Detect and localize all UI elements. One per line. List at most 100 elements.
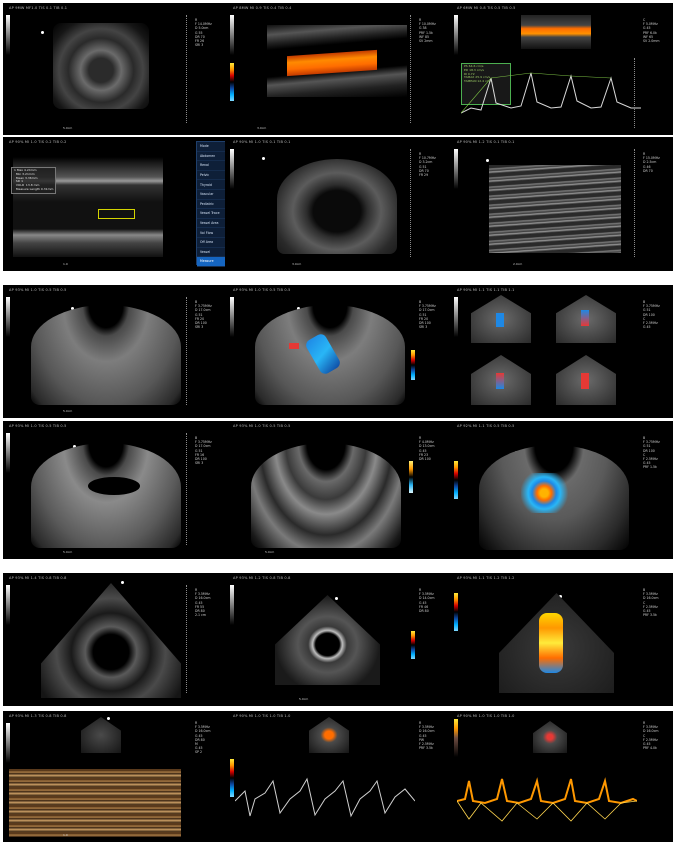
parameter-readout: B F 3.75MHz D 17.0cm G 51 FR 16 DR 100 S… [195,436,212,466]
color-scale-bar [230,759,234,797]
parameter-readout: R F 14.0MHz D 5.0cm G 55 DR 70 FR 26 SRI… [195,18,212,48]
menu-item[interactable]: Thyroid [197,180,225,190]
quad-flow-3 [496,373,504,389]
depth-marker: 5.0cm [63,550,73,554]
grayscale-bar [454,149,458,189]
hepatic-vein-flow-red [289,343,299,349]
panel-header: AP 93% MI 1.1 TIS 1.2 TIB 1.2 [457,576,515,580]
color-scale-bar [454,593,458,631]
cardiac-long-axis-image [41,583,181,698]
panel-cardiac-color[interactable]: AP 93% MI 1.1 TIS 1.2 TIB 1.2 B F 3.5MHz… [451,573,673,706]
gallbladder-image [31,443,181,548]
panel-header: AP 93% MI 1.4 TIS 0.8 TIB 0.8 [9,576,67,580]
velocity-scale [634,58,636,128]
menu-item[interactable]: Renal [197,161,225,171]
row-5: AP 93% MI 1.4 TIS 0.8 TIB 0.8 R F 3.5MHz… [3,573,673,706]
panel-liver-color[interactable]: AP 93% MI 1.0 TIS 0.5 TIB 0.5 B F 3.75MH… [227,285,449,418]
mode-menu[interactable]: Mode Abdomen Renal Pelvic Thyroid Vascular Ped… [196,141,225,267]
cardiac-short-axis-image [275,595,380,685]
row-2: AP 90% MI 1.0 TIS 0.2 TIB 0.2 1 Max 4.24… [3,137,673,271]
panel-gallbladder[interactable]: AP 93% MI 1.0 TIS 0.5 TIB 0.5 B F 3.75MH… [3,421,225,559]
depth-scale [186,585,188,693]
panel-kidney-color[interactable]: AP 92% MI 1.1 TIS 0.5 TIB 0.5 B F 3.75MH… [451,421,673,559]
panel-header: AP 6MW MI 0.8 TIS 0.5 TIB 0.5 [457,6,516,10]
parameter-readout: R F 3.5MHz D 16.0cm G 45 PW F 2.5MHz PRF… [419,721,435,751]
cardiac-cw-doppler-image [457,777,637,822]
orientation-dot [107,717,110,720]
panel-muscle[interactable]: AP 90% MI 1.2 TIS 0.1 TIB 0.1 R F 15.0MH… [451,137,673,271]
grayscale-bar [454,15,458,55]
panel-header: AP 90% MI 1.1 TIS 1.1 TIB 1.1 [457,288,515,292]
orientation-dot [121,581,124,584]
row-1: AP 9MW MF1.0 TIS 0.1 TIB 0.1 R F 14.0MHz… [3,3,673,135]
panel-cw-doppler[interactable]: AP 90% MI 1.0 TIS 1.0 TIB 1.0 R F 3.5MHz… [451,711,673,842]
depth-marker: 3.0cm [292,262,302,266]
depth-scale [410,15,412,123]
panel-cardiac-lax[interactable]: AP 93% MI 1.4 TIS 0.8 TIB 0.8 R F 3.5MHz… [3,573,225,706]
panel-header: AP 90% MI 1.0 TIS 1.0 TIB 1.0 [233,714,291,718]
color-scale-bar [454,461,458,499]
grayscale-bar [230,149,234,189]
menu-item[interactable]: Mode [197,142,225,152]
menu-item[interactable]: Vessel Area [197,219,225,229]
depth-marker: 5.0cm [63,409,73,413]
quad-flow-1 [496,313,504,327]
depth-marker: 1.0 [63,262,68,266]
panel-header: AP 93% MI 1.0 TIS 0.5 TIB 0.5 [9,288,67,292]
color-scale-bar [411,631,415,659]
panel-liver-quad[interactable]: AP 90% MI 1.1 TIS 1.1 TIB 1.1 B F 3.75MH… [451,285,673,418]
panel-abdomen[interactable]: AP 93% MI 1.0 TIS 0.5 TIB 0.5 R F 4.0MHz… [227,421,449,559]
panel-header: AP 92% MI 1.1 TIS 0.5 TIB 0.5 [457,424,515,428]
menu-item[interactable]: Vessel [197,248,225,258]
parameter-readout: R F 15.0MHz D 2.5cm G 46 DR 70 [643,152,660,173]
row-6: AP 93% MI 1.3 TIS 0.8 TIB 0.8 R F 3.5MHz… [3,711,673,842]
menu-item[interactable]: Vol Flow [197,228,225,238]
cw-reference-sector [533,721,567,753]
quad-flow-2 [581,310,589,326]
grayscale-bar [230,585,234,625]
panel-carotid-color[interactable]: AP 8MW MI 0.9 TIS 0.4 TIB 0.4 R F 10.0MH… [227,3,449,135]
depth-marker: 5.0cm [299,697,309,701]
parameter-readout: B F 3.75MHz G 51 DR 100 C F 2.5MHz G 45 [643,300,660,330]
menu-item[interactable]: Off Area [197,238,225,248]
panel-header: AP 90% MI 1.0 TIS 1.0 TIB 1.0 [457,714,515,718]
menu-item[interactable]: Pediatric [197,200,225,210]
spectral-waveform [461,72,641,114]
m-mode-reference-sector [81,717,121,753]
panel-carotid-spectral[interactable]: AP 6MW MI 0.8 TIS 0.5 TIB 0.5 PS 64.6 cm… [451,3,673,135]
depth-marker: 5.0cm [63,126,73,130]
panel-pw-doppler[interactable]: AP 90% MI 1.0 TIS 1.0 TIB 1.0 R F 3.5MHz… [227,711,449,842]
cardiac-pw-doppler-image [235,777,415,818]
panel-liver[interactable]: AP 93% MI 1.0 TIS 0.5 TIB 0.5 B F 3.75MH… [3,285,225,418]
grayscale-bar [6,433,10,473]
parameter-readout: R F 10.0MHz G 38 PRF 1.5k WF 85 SV 2mm [419,18,436,44]
parameter-readout: R F 3.5MHz D 14.0cm G 45 FR 46 DR 80 [419,588,435,614]
panel-bladder[interactable]: AP 90% MI 1.0 TIS 0.1 TIB 0.1 R F 10.7MH… [227,137,449,271]
menu-item[interactable]: Abdomen [197,152,225,162]
color-scale-bar [409,461,413,493]
panel-vessel-measure[interactable]: AP 90% MI 1.0 TIS 0.2 TIB 0.2 1 Max 4.24… [3,137,225,271]
thyroid-transverse-image [53,23,149,109]
quad-flow-4 [581,373,589,389]
menu-item[interactable]: Vessel Trace [197,209,225,219]
panel-thyroid[interactable]: AP 9MW MF1.0 TIS 0.1 TIB 0.1 R F 14.0MHz… [3,3,225,135]
panel-m-mode[interactable]: AP 93% MI 1.3 TIS 0.8 TIB 0.8 R F 3.5MHz… [3,711,225,842]
menu-item[interactable]: Vascular [197,190,225,200]
panel-cardiac-sax[interactable]: AP 93% MI 1.2 TIS 0.8 TIB 0.8 R F 3.5MHz… [227,573,449,706]
grayscale-bar [6,723,10,763]
panel-header: AP 9MW MF1.0 TIS 0.1 TIB 0.1 [9,6,68,10]
panel-header: AP 93% MI 1.3 TIS 0.8 TIB 0.8 [9,714,67,718]
gallbladder-lumen [88,477,140,495]
panel-header: AP 90% MI 1.0 TIS 0.2 TIB 0.2 [9,140,67,144]
panel-header: AP 90% MI 1.2 TIS 0.1 TIB 0.1 [457,140,515,144]
panel-header: AP 93% MI 1.0 TIS 0.5 TIB 0.5 [233,288,291,292]
grayscale-bar [6,297,10,337]
abdomen-bowel-image [251,443,401,548]
parameter-readout: R F 3.5MHz D 16.0cm C F 2.5MHz G 45 PRF … [643,721,659,751]
menu-item[interactable]: Pelvic [197,171,225,181]
grayscale-bar [6,585,10,625]
menu-item[interactable]: Measure [197,257,225,267]
cardiac-m-mode-image [9,769,181,837]
panel-header: AP 93% MI 1.0 TIS 0.5 TIB 0.5 [233,424,291,428]
depth-scale [186,433,188,545]
